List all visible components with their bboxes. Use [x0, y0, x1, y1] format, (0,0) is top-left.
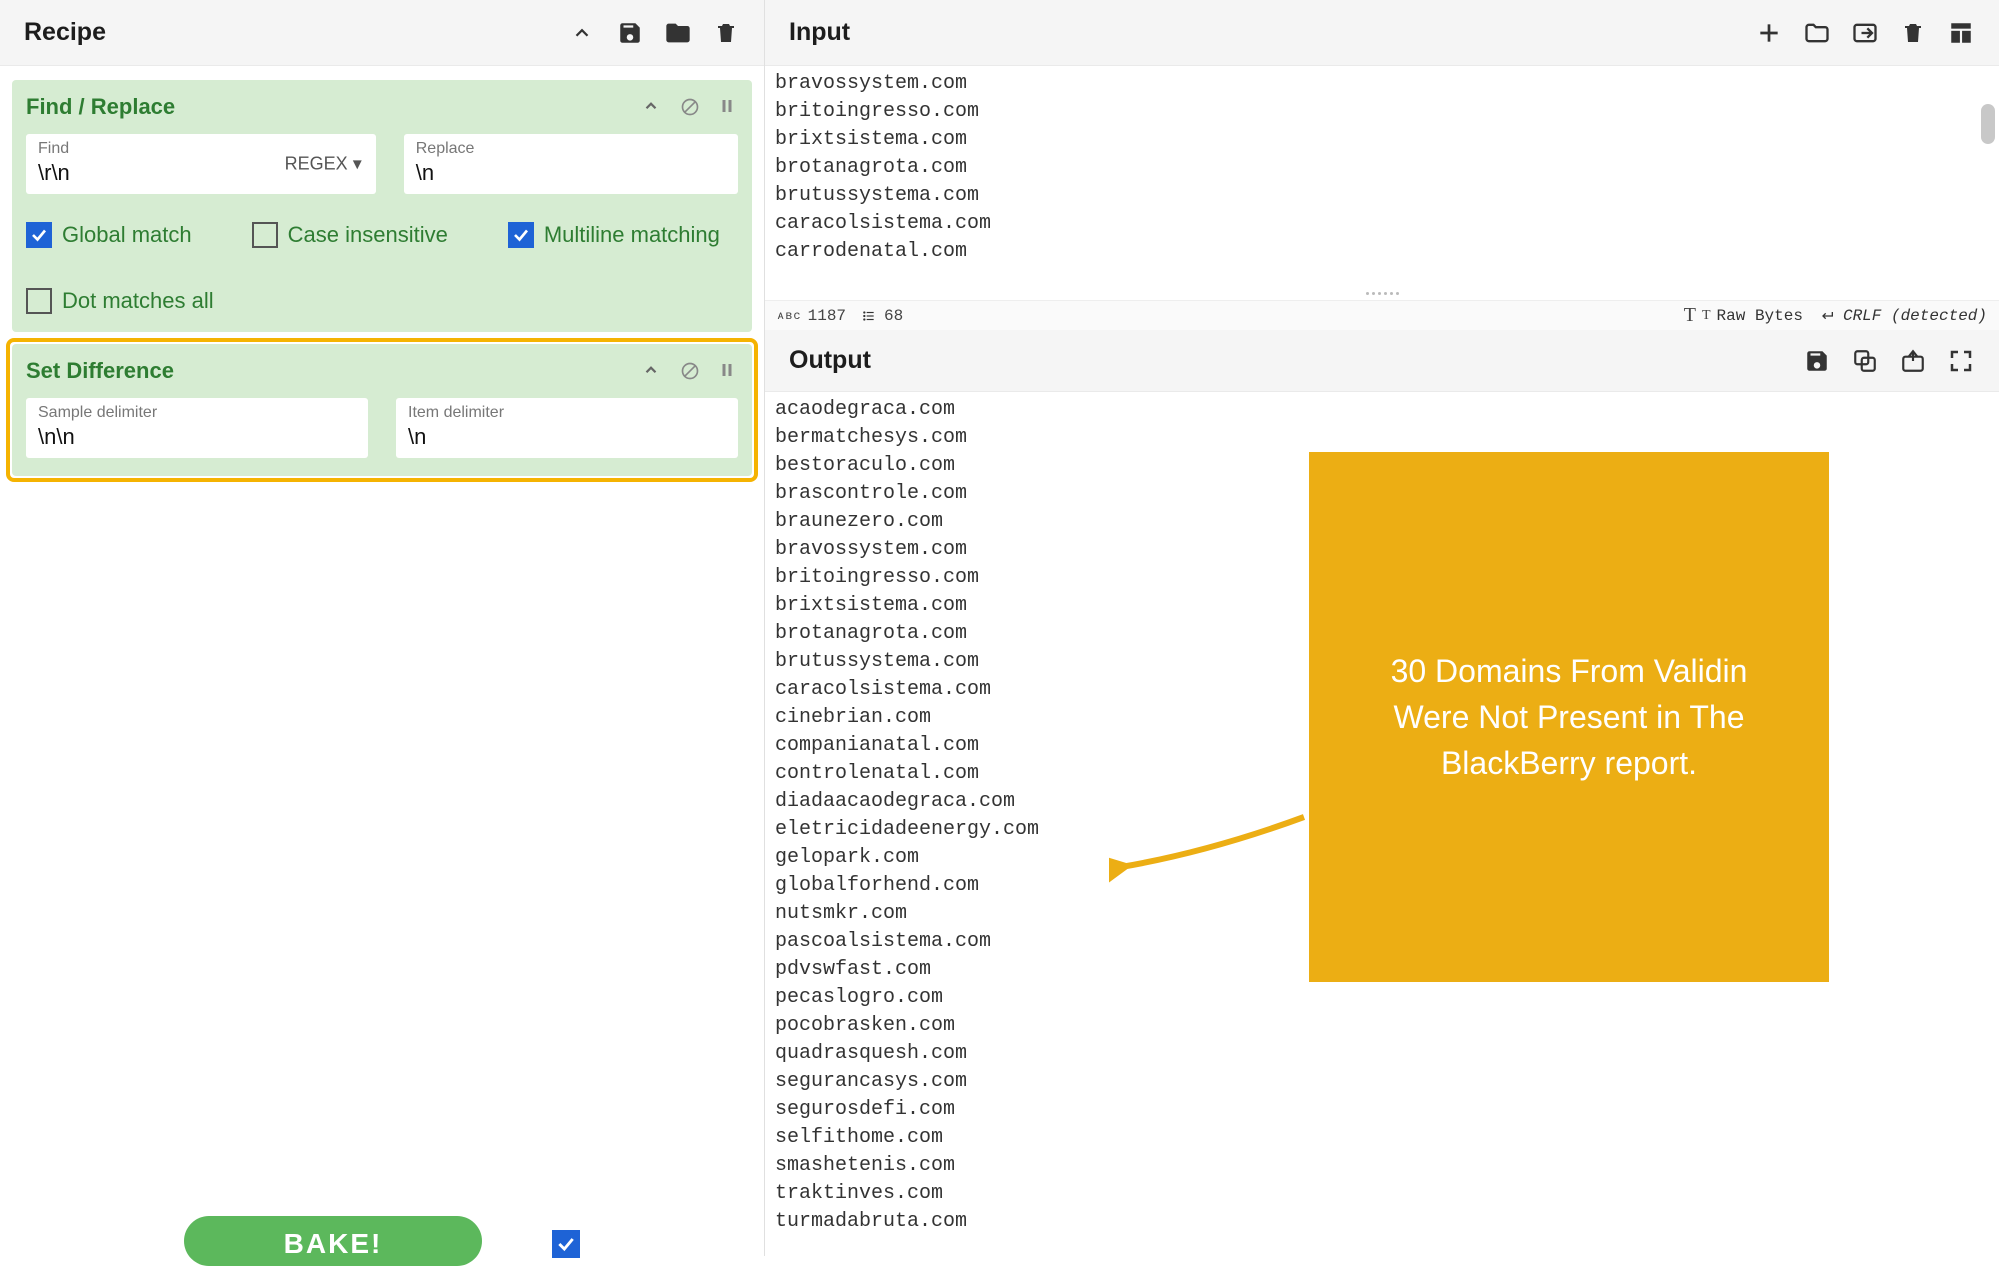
operation-title: Set Difference: [26, 358, 738, 384]
case-insensitive-checkbox[interactable]: Case insensitive: [252, 222, 448, 248]
newline-label: CRLF (detected): [1843, 307, 1987, 325]
input-area: bravossystem.com britoingresso.com brixt…: [765, 66, 1999, 330]
operation-set-difference: Set Difference Sample delimiter \n\n Ite…: [12, 344, 752, 476]
dot-matches-all-checkbox[interactable]: Dot matches all: [26, 288, 214, 314]
dot-matches-all-label: Dot matches all: [62, 288, 214, 314]
input-header-icons: [1755, 19, 1975, 47]
chevron-up-icon[interactable]: [642, 97, 662, 117]
resize-handle[interactable]: [1362, 292, 1402, 300]
operation-title: Find / Replace: [26, 94, 738, 120]
fullscreen-icon[interactable]: [1947, 347, 1975, 375]
bake-row: BAKE!: [0, 1216, 764, 1266]
recipe-body: Find / Replace Find \r\n REGEX ▾ Replace…: [0, 66, 764, 1256]
output-header-icons: [1803, 347, 1975, 375]
grid-icon[interactable]: [1947, 19, 1975, 47]
output-header: Output: [765, 330, 1999, 392]
recipe-title: Recipe: [24, 18, 106, 47]
item-delimiter-value: \n: [408, 424, 726, 450]
disable-icon[interactable]: [680, 97, 700, 117]
replace-value: \n: [416, 160, 726, 186]
callout-text: 30 Domains From Validin Were Not Present…: [1349, 648, 1789, 786]
replace-label: Replace: [416, 140, 726, 158]
annotation-arrow-icon: [1109, 812, 1309, 892]
sample-delimiter-value: \n\n: [38, 424, 356, 450]
chevron-up-icon[interactable]: [568, 19, 596, 47]
global-match-label: Global match: [62, 222, 192, 248]
folder-icon[interactable]: [664, 19, 692, 47]
sample-delimiter-label: Sample delimiter: [38, 404, 356, 422]
case-insensitive-label: Case insensitive: [288, 222, 448, 248]
find-field[interactable]: Find \r\n REGEX ▾: [26, 134, 376, 194]
recipe-header-icons: [568, 19, 740, 47]
auto-bake-checkbox[interactable]: [552, 1230, 580, 1258]
trash-icon[interactable]: [712, 19, 740, 47]
caret-down-icon: ▾: [353, 154, 362, 174]
bake-button[interactable]: BAKE!: [184, 1216, 483, 1266]
line-count-value: 68: [884, 307, 903, 325]
operation-name: Set Difference: [26, 358, 174, 384]
input-textarea[interactable]: bravossystem.com britoingresso.com brixt…: [765, 66, 1999, 300]
save-icon[interactable]: [616, 19, 644, 47]
char-count-value: 1187: [808, 307, 846, 325]
sample-delimiter-field[interactable]: Sample delimiter \n\n: [26, 398, 368, 458]
pause-icon[interactable]: [718, 97, 738, 117]
output-area: acaodegraca.com bermatchesys.com bestora…: [765, 392, 1999, 1256]
pause-icon[interactable]: [718, 361, 738, 381]
operation-find-replace: Find / Replace Find \r\n REGEX ▾ Replace…: [12, 80, 752, 332]
raw-bytes-toggle[interactable]: TT Raw Bytes: [1684, 304, 1803, 327]
io-panel: Input bravossystem.com britoingresso.com…: [765, 0, 1999, 1256]
move-to-input-icon[interactable]: [1899, 347, 1927, 375]
regex-mode-dropdown[interactable]: REGEX ▾: [285, 154, 362, 175]
operation-name: Find / Replace: [26, 94, 175, 120]
annotation-callout: 30 Domains From Validin Were Not Present…: [1309, 452, 1829, 982]
char-count: ᴀʙᴄ 1187: [777, 307, 846, 325]
input-status-bar: ᴀʙᴄ 1187 68 TT Raw Bytes CRLF (detected): [765, 300, 1999, 330]
item-delimiter-label: Item delimiter: [408, 404, 726, 422]
line-count: 68: [860, 307, 903, 325]
bake-button-label: BAKE!: [284, 1228, 383, 1259]
input-scrollbar[interactable]: [1981, 104, 1995, 144]
trash-icon[interactable]: [1899, 19, 1927, 47]
input-title: Input: [789, 18, 850, 47]
regex-mode-label: REGEX: [285, 154, 348, 174]
input-header: Input: [765, 0, 1999, 66]
global-match-checkbox[interactable]: Global match: [26, 222, 192, 248]
replace-field[interactable]: Replace \n: [404, 134, 738, 194]
newline-indicator[interactable]: CRLF (detected): [1817, 307, 1987, 325]
item-delimiter-field[interactable]: Item delimiter \n: [396, 398, 738, 458]
import-icon[interactable]: [1851, 19, 1879, 47]
disable-icon[interactable]: [680, 361, 700, 381]
recipe-panel: Recipe Find / Replace: [0, 0, 765, 1256]
multiline-checkbox[interactable]: Multiline matching: [508, 222, 720, 248]
save-icon[interactable]: [1803, 347, 1831, 375]
plus-icon[interactable]: [1755, 19, 1783, 47]
operation-set-difference-highlight: Set Difference Sample delimiter \n\n Ite…: [10, 342, 754, 478]
copy-icon[interactable]: [1851, 347, 1879, 375]
output-title: Output: [789, 346, 871, 375]
multiline-label: Multiline matching: [544, 222, 720, 248]
open-folder-icon[interactable]: [1803, 19, 1831, 47]
raw-bytes-label: Raw Bytes: [1717, 307, 1803, 325]
chevron-up-icon[interactable]: [642, 361, 662, 381]
recipe-header: Recipe: [0, 0, 764, 66]
